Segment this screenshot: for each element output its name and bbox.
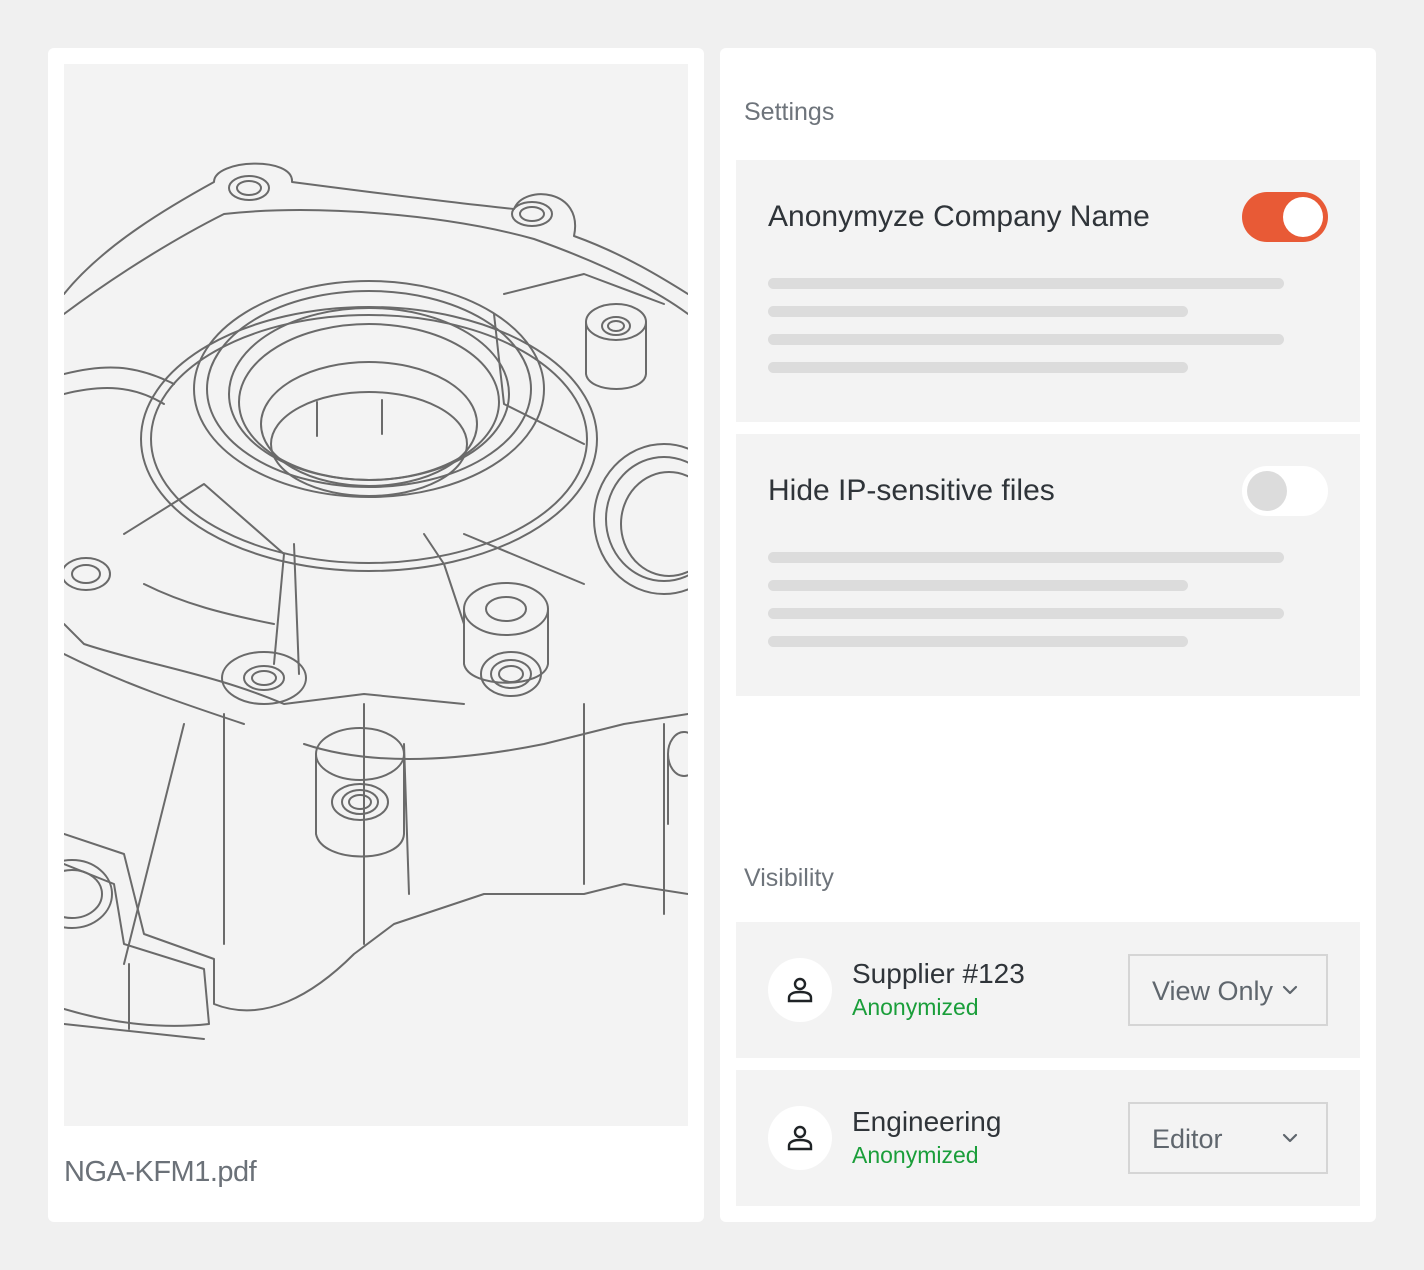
description-placeholder-line	[768, 362, 1188, 373]
anonymize-company-toggle[interactable]	[1242, 192, 1328, 242]
option-label: Anonymyze Company Name	[768, 200, 1150, 233]
option-hide-ip-files: Hide IP-sensitive files	[736, 434, 1360, 696]
avatar	[768, 1106, 832, 1170]
visibility-heading: Visibility	[744, 864, 834, 892]
role-select[interactable]: View Only	[1128, 954, 1328, 1026]
chevron-down-icon	[1282, 985, 1298, 995]
hide-ip-files-toggle[interactable]	[1242, 466, 1328, 516]
settings-heading: Settings	[744, 98, 835, 126]
option-label: Hide IP-sensitive files	[768, 474, 1055, 507]
role-select[interactable]: Editor	[1128, 1102, 1328, 1174]
description-placeholder-line	[768, 552, 1284, 563]
toggle-knob	[1247, 471, 1287, 511]
description-placeholder-line	[768, 580, 1188, 591]
role-select-value: View Only	[1152, 976, 1274, 1006]
settings-card: Settings Anonymyze Company Name Hide IP-…	[720, 48, 1376, 1222]
description-placeholder-line	[768, 334, 1284, 345]
file-name: NGA-KFM1.pdf	[64, 1156, 257, 1188]
description-placeholder-line	[768, 636, 1188, 647]
user-icon	[787, 977, 813, 1003]
description-placeholder-line	[768, 306, 1188, 317]
member-row: Engineering Anonymized Editor	[736, 1070, 1360, 1206]
description-placeholder-line	[768, 608, 1284, 619]
description-placeholder-line	[768, 278, 1284, 289]
avatar	[768, 958, 832, 1022]
mechanical-part-drawing	[64, 162, 688, 1040]
toggle-knob	[1283, 197, 1323, 237]
chevron-down-icon	[1282, 1133, 1298, 1143]
file-preview-card: NGA-KFM1.pdf	[48, 48, 704, 1222]
member-status: Anonymized	[852, 994, 979, 1020]
member-row: Supplier #123 Anonymized View Only	[736, 922, 1360, 1058]
user-icon	[787, 1125, 813, 1151]
file-preview-image[interactable]	[64, 64, 688, 1126]
member-name: Supplier #123	[852, 958, 1025, 989]
option-anonymize-company: Anonymyze Company Name	[736, 160, 1360, 422]
member-status: Anonymized	[852, 1142, 979, 1168]
member-name: Engineering	[852, 1106, 1002, 1137]
role-select-value: Editor	[1152, 1124, 1223, 1154]
